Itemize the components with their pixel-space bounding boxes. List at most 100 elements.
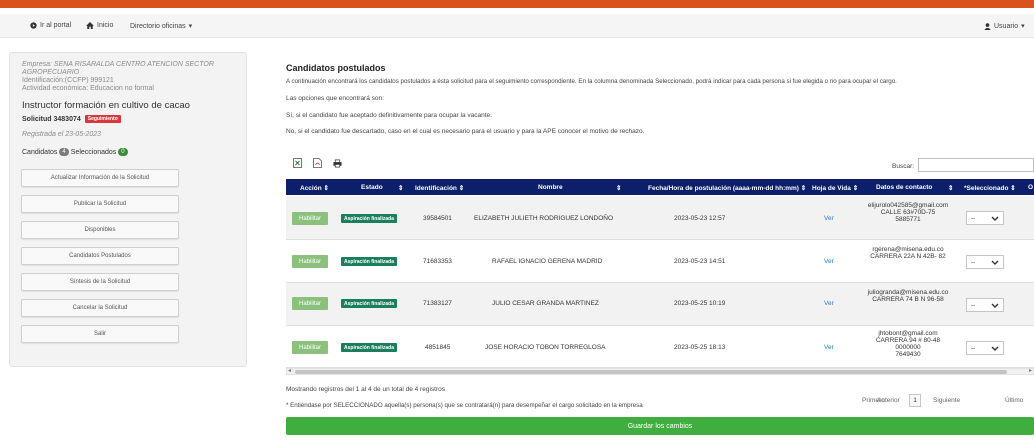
candidates-label: Candidatos [22,148,58,156]
header-state[interactable]: Estado [361,184,383,191]
nav-home-link[interactable]: Inicio [86,22,113,29]
chevron-down-icon [991,303,999,308]
company-name: Empresa: SENA RISARALDA CENTRO ATENCION … [22,61,214,76]
scroll-left-icon[interactable]: ◂ [288,367,291,374]
selected-dropdown[interactable]: -- [966,211,1004,225]
enable-button[interactable]: Habilitar [292,255,328,268]
contact-cell: jhtobont@gmail.com CARRERA 94 # 80-48 00… [875,330,941,358]
user-menu-label: Usuario [994,22,1019,30]
view-cv-link[interactable]: Ver [824,344,834,351]
cancel-request-button[interactable]: Cancelar la Solicitud [21,299,179,317]
pdf-icon [313,158,322,168]
records-info: Mostrando registros del 1 al 4 de un tot… [286,386,445,393]
contact-cell: rgerena@misena.edu.co CARRERA 22A N 42B-… [870,246,946,260]
search-label: Buscar: [892,163,915,170]
view-cv-link[interactable]: Ver [824,258,834,265]
top-navbar: Ir al portal Inicio Directorio oficinas … [0,14,1034,38]
identification-cell: 71383127 [423,300,452,307]
selected-dropdown[interactable]: -- [966,298,1004,312]
header-cv[interactable]: Hoja de Vida ⇕ [812,184,858,192]
options-label: Las opciones que encontrará son: [286,95,384,102]
pager-current-page[interactable]: 1 [909,394,921,407]
registration-date: Registrada el 23-05-2023 [22,131,101,138]
request-sidebar: Empresa: SENA RISARALDA CENTRO ATENCION … [9,52,247,367]
view-cv-link[interactable]: Ver [824,215,834,222]
job-title: Instructor formación en cultivo de cacao [22,100,190,111]
identification-cell: 71683353 [423,258,452,265]
sort-icon: ⇕ [616,185,622,192]
chevron-down-icon [991,346,999,351]
contact-cell: elijurolo042585@gmail.com CALLE 63#70D-7… [867,202,949,223]
top-accent-bar [0,0,1034,8]
name-cell: JOSE HORACIO TOBON TORREGLOSA [485,344,606,351]
pager-next[interactable]: Siguiente [933,397,960,404]
page-title: Candidatos postulados [286,63,386,73]
name-cell: JULIO CESAR GRANDA MARTINEZ [492,300,599,307]
table-row: Habilitar Aspiración finalizada 4851845 … [286,326,1034,368]
user-menu[interactable]: Usuario ▾ [984,22,1025,30]
table-row: Habilitar Aspiración finalizada 71383127… [286,283,1034,326]
print-button[interactable] [333,158,342,168]
selected-count-badge: 0 [118,148,128,156]
excel-icon [293,158,302,168]
enable-button[interactable]: Habilitar [292,212,328,225]
available-button[interactable]: Disponibles [21,221,179,239]
update-request-button[interactable]: Actualizar Información de la Solicitud [21,169,179,187]
applied-candidates-button[interactable]: Candidatos Postulados [21,247,179,265]
name-cell: RAFAEL IGNACIO GERENA MADRID [492,258,603,265]
nav-offices-dropdown[interactable]: Directorio oficinas ▾ [130,22,193,31]
date-cell: 2023-05-25 10:19 [674,300,726,307]
contact-cell: juliogranda@misena.edu.co CARRERA 74 B N… [867,289,949,303]
chevron-down-icon [991,260,999,265]
nav-portal-link[interactable]: Ir al portal [30,22,71,29]
exit-button[interactable]: Salir [21,325,179,343]
header-identification[interactable]: Identificación ⇕ [415,184,464,192]
sort-icon: ⇕ [948,185,954,192]
table-header: Acción ⇕ Estado ⇕ Identificación ⇕ Nombr… [286,179,1034,195]
state-badge: Aspiración finalizada [341,257,398,266]
pager-last[interactable]: Último [1005,397,1023,404]
date-cell: 2023-05-23 14:51 [674,258,726,265]
header-action[interactable]: Acción ⇕ [300,184,329,192]
nav-portal-label: Ir al portal [40,22,72,29]
header-selected[interactable]: *Seleccionado ⇕ [964,184,1016,192]
request-summary-button[interactable]: Síntesis de la Solicitud [21,273,179,291]
save-changes-button[interactable]: Guardar los cambios [286,417,1034,435]
table-horizontal-scrollbar[interactable]: ◂ ▸ [286,368,1034,375]
home-icon [86,22,94,29]
enable-button[interactable]: Habilitar [292,297,328,310]
excel-export-button[interactable] [293,158,302,168]
selected-dropdown[interactable]: -- [966,255,1004,269]
option-yes-text: Sí, si el candidato fue aceptado definit… [286,112,492,119]
caret-down-icon: ▾ [188,23,193,30]
header-date[interactable]: Fecha/Hora de postulación (aaaa-mm-dd hh… [648,184,806,192]
pager-previous[interactable]: Anterior [877,397,900,404]
user-icon [984,22,991,30]
enable-button[interactable]: Habilitar [292,341,328,354]
print-icon [333,159,342,167]
scroll-right-icon[interactable]: ▸ [1029,367,1032,374]
search-input[interactable] [918,158,1034,172]
header-contact[interactable]: Datos de contacto [876,184,932,191]
candidates-count-badge: 4 [59,148,69,156]
identification-cell: 4851845 [425,344,451,351]
scrollbar-thumb[interactable] [295,370,1007,374]
nav-home-label: Inicio [97,22,114,29]
state-badge: Aspiración finalizada [341,299,398,308]
view-cv-link[interactable]: Ver [824,300,834,307]
request-number: Solicitud 3483074 [22,115,81,123]
company-activity: Actividad económica: Educacion no formal [22,85,154,92]
intro-text: A continuación encontrará los candidatos… [286,78,897,85]
table-row: Habilitar Aspiración finalizada 71683353… [286,240,1034,283]
request-line: Solicitud 3483074 Seguimiento [22,115,121,123]
selected-dropdown[interactable]: -- [966,341,1004,355]
pdf-export-button[interactable] [313,158,322,168]
company-identification: Identificación:(CCFP) 999121 [22,77,114,84]
date-cell: 2023-05-25 18:13 [674,344,726,351]
table-row: Habilitar Aspiración finalizada 39584501… [286,196,1034,240]
option-no-text: No, si el candidato fue descartado, caso… [286,128,645,135]
publish-request-button[interactable]: Publicar la Solicitud [21,195,179,213]
header-extra[interactable]: O [1028,184,1033,191]
selected-label: Seleccionados [70,148,117,156]
header-name[interactable]: Nombre [538,184,563,191]
